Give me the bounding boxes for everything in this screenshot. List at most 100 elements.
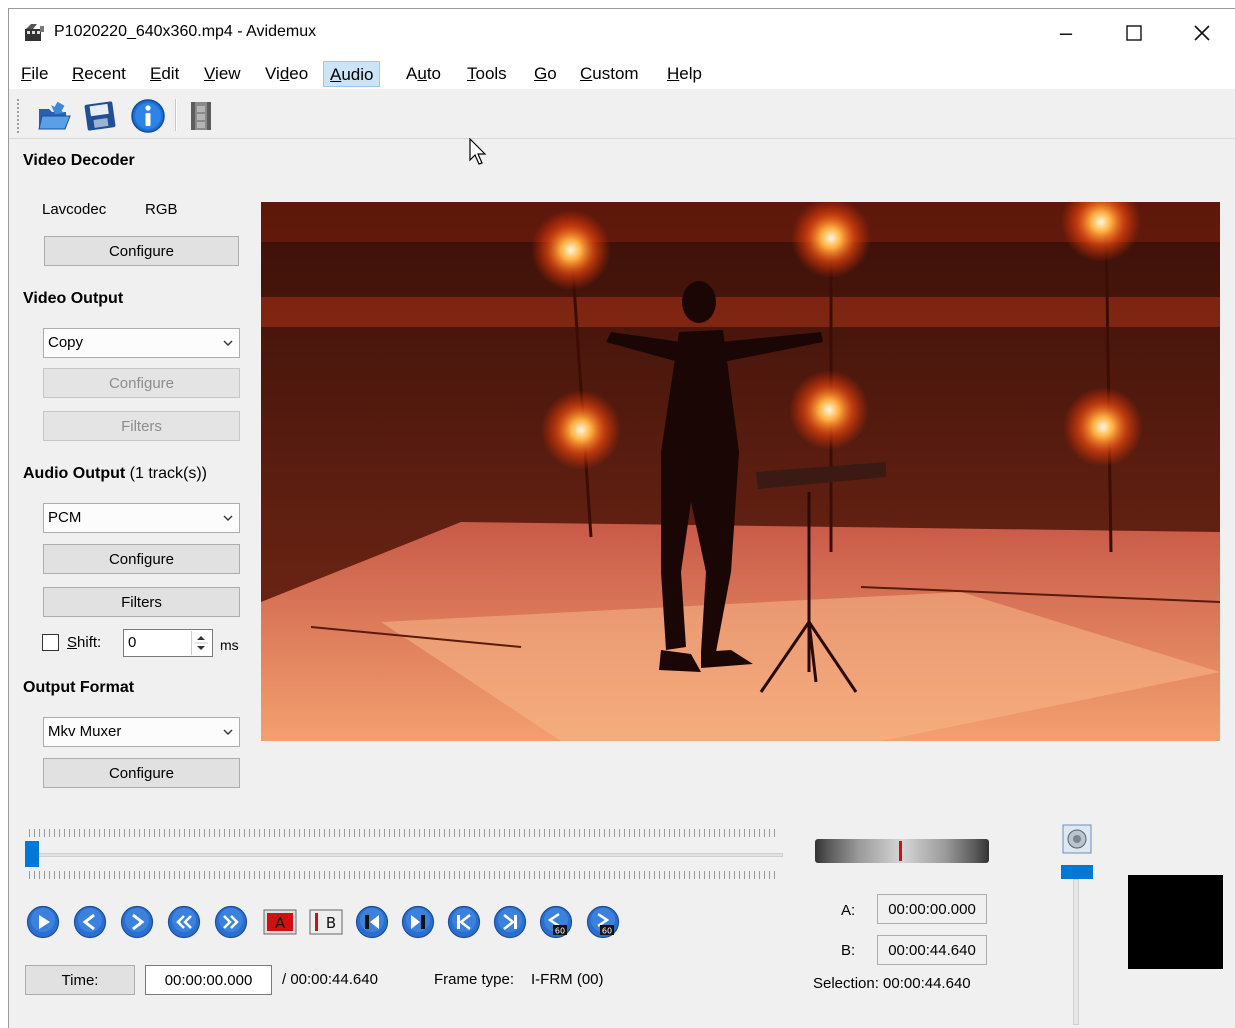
current-time-field[interactable]: 00:00:00.000 [145,965,272,995]
frame-type-value: I-FRM (00) [531,971,604,988]
timeline-ticks-top [29,829,779,837]
chevron-down-icon [223,515,233,521]
video-output-value: Copy [48,334,84,351]
menu-recent[interactable]: Recent [66,61,132,87]
save-icon [84,101,116,131]
frame-type-label: Frame type: [434,971,515,988]
play-button[interactable] [26,905,60,939]
next-keyframe-button[interactable] [214,905,248,939]
audio-output-heading: Audio Output [23,465,126,482]
output-format-configure-button[interactable]: Configure [43,758,240,788]
close-button[interactable] [1168,9,1235,57]
audio-output-value: PCM [48,509,82,526]
selection-duration: Selection: 00:00:44.640 [813,975,971,992]
shift-stepper[interactable]: 0 [123,629,213,657]
back-60s-button[interactable]: 60 [539,905,573,939]
toolbar-grip[interactable] [17,99,20,133]
menu-go[interactable]: Go [528,61,563,87]
marker-a-field[interactable]: 00:00:00.000 [877,894,987,924]
shift-checkbox[interactable] [42,634,59,651]
window-title: P1020220_640x360.mp4 - Avidemux [54,23,317,40]
menu-file[interactable]: File [15,61,54,87]
save-button[interactable] [81,97,119,135]
next-keyframe-icon [214,905,248,939]
previous-keyframe-button[interactable] [167,905,201,939]
marker-b-field[interactable]: 00:00:44.640 [877,935,987,965]
previous-frame-icon [73,905,107,939]
audio-output-heading-row: Audio Output (1 track(s)) [23,465,207,483]
output-format-select[interactable]: Mkv Muxer [43,717,240,747]
go-marker-b-button[interactable] [401,905,435,939]
minimize-button[interactable]: – [1032,9,1100,57]
info-icon [131,99,165,133]
menu-tools[interactable]: Tools [461,61,513,87]
next-frame-icon [120,905,154,939]
shift-value: 0 [128,634,137,651]
maximize-button[interactable] [1100,9,1168,57]
video-filters-button[interactable]: Filters [43,411,240,441]
video-output-heading: Video Output [23,290,124,307]
marker-a-label: A: [841,902,856,919]
back-60s-icon: 60 [539,905,573,939]
timeline-track[interactable] [27,853,783,857]
next-frame-button[interactable] [120,905,154,939]
volume-speaker-icon[interactable] [1062,824,1092,854]
set-marker-a-icon: A [263,909,297,935]
maximize-icon [1126,25,1142,41]
set-marker-b-button[interactable]: B [309,905,343,939]
menu-custom[interactable]: Custom [574,61,645,87]
title-bar: P1020220_640x360.mp4 - Avidemux – [9,9,1235,59]
previous-frame-button[interactable] [73,905,107,939]
menu-audio[interactable]: Audio [323,61,381,87]
go-marker-a-button[interactable] [355,905,389,939]
go-marker-b-icon [401,905,435,939]
total-time: / 00:00:44.640 [282,971,378,988]
calculator-film-icon [191,102,211,130]
go-marker-a-icon [355,905,389,939]
toolbar [9,91,1235,139]
video-output-configure-button[interactable]: Configure [43,368,240,398]
calculator-button[interactable] [183,97,221,135]
forward-60s-button[interactable]: 60 [586,905,620,939]
timeline-slider[interactable] [25,827,785,883]
last-frame-button[interactable] [493,905,527,939]
timeline-thumb[interactable] [25,841,39,867]
audio-output-select[interactable]: PCM [43,503,240,533]
jog-shuttle[interactable] [815,839,989,863]
avidemux-logo-icon [25,24,44,41]
menu-edit[interactable]: Edit [144,61,185,87]
menu-video[interactable]: Video [259,61,314,87]
video-decoder-heading: Video Decoder [23,152,135,169]
open-file-icon [38,101,71,130]
output-format-value: Mkv Muxer [48,723,122,740]
time-button[interactable]: Time: [25,965,135,995]
spin-up-down-icon [194,636,208,650]
svg-text:B: B [326,914,336,932]
shift-unit: ms [220,637,239,653]
app-window: P1020220_640x360.mp4 - Avidemux – File R… [8,8,1235,1028]
svg-text:60: 60 [602,927,612,936]
menu-help[interactable]: Help [661,61,708,87]
first-frame-button[interactable] [447,905,481,939]
decoder-codec-label: Lavcodec [42,201,107,218]
output-format-heading: Output Format [23,679,135,696]
info-button[interactable] [129,97,167,135]
decoder-format-label: RGB [145,201,178,218]
audio-meter-preview [1128,875,1223,969]
shift-spin-arrows[interactable] [191,631,211,655]
decoder-configure-button[interactable]: Configure [44,236,239,266]
volume-track[interactable] [1073,879,1079,1025]
audio-track-count: (1 track(s)) [129,465,207,482]
menu-auto[interactable]: Auto [400,61,447,87]
video-preview [261,202,1220,741]
volume-thumb[interactable] [1061,865,1093,879]
play-icon [26,905,60,939]
menu-view[interactable]: View [198,61,247,87]
video-output-select[interactable]: Copy [43,328,240,358]
set-marker-a-button[interactable]: A [263,905,297,939]
mouse-cursor-icon [469,138,487,165]
audio-configure-button[interactable]: Configure [43,544,240,574]
minimize-icon: – [1059,20,1073,45]
audio-filters-button[interactable]: Filters [43,587,240,617]
open-button[interactable] [35,97,73,135]
